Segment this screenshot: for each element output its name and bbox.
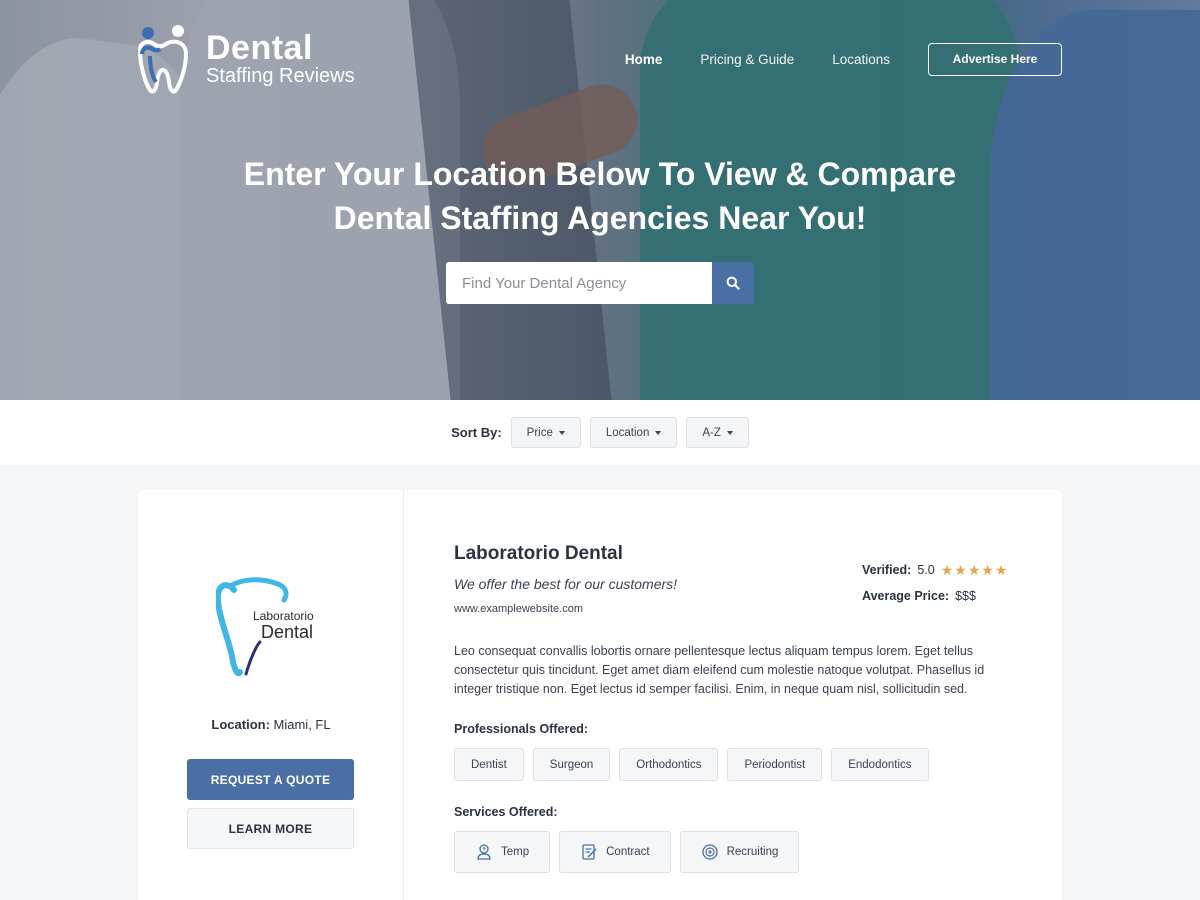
average-price-value: $$$ bbox=[955, 589, 976, 603]
sort-location-dropdown[interactable]: Location bbox=[589, 417, 678, 448]
search-button[interactable] bbox=[712, 262, 754, 304]
professional-chip: Dentist bbox=[454, 748, 524, 781]
target-icon bbox=[701, 844, 718, 860]
hero-headline: Enter Your Location Below To View & Comp… bbox=[0, 152, 1200, 240]
search-bar bbox=[446, 262, 754, 304]
site-logo[interactable]: Dental Staffing Reviews bbox=[136, 24, 355, 94]
professionals-list: Dentist Surgeon Orthodontics Periodontis… bbox=[454, 748, 929, 781]
main-nav: Home Pricing & Guide Locations Advertise… bbox=[625, 43, 1062, 76]
sort-option-label: A-Z bbox=[702, 426, 721, 439]
professional-chip: Orthodontics bbox=[619, 748, 719, 781]
nav-locations[interactable]: Locations bbox=[832, 52, 890, 67]
rating-value: 5.0 bbox=[917, 563, 935, 577]
service-label: Temp bbox=[501, 846, 530, 858]
agency-location: Location: Miami, FL bbox=[138, 717, 404, 732]
learn-more-button[interactable]: LEARN MORE bbox=[187, 808, 354, 849]
caret-down-icon bbox=[558, 430, 565, 435]
caret-down-icon bbox=[655, 430, 662, 435]
service-label: Contract bbox=[606, 846, 650, 858]
professional-chip: Periodontist bbox=[727, 748, 823, 781]
sort-price-dropdown[interactable]: Price bbox=[510, 417, 581, 448]
tooth-logo-icon: Laboratorio Dental bbox=[214, 577, 314, 677]
request-quote-button[interactable]: REQUEST A QUOTE bbox=[187, 759, 354, 800]
professional-chip: Endodontics bbox=[831, 748, 929, 781]
sort-option-label: Price bbox=[526, 426, 553, 439]
search-input[interactable] bbox=[446, 262, 712, 304]
hero-banner: Dental Staffing Reviews Home Pricing & G… bbox=[0, 0, 1200, 400]
service-chip-contract: Contract bbox=[559, 831, 671, 873]
average-price-label: Average Price: bbox=[862, 589, 950, 603]
location-value: Miami, FL bbox=[273, 717, 331, 732]
headline-bold-line2: Dental Staffing Agencies Near You! bbox=[333, 200, 867, 236]
agency-card: Laboratorio Dental Location: Miami, FL R… bbox=[138, 490, 1062, 900]
agency-description: Leo consequat convallis lobortis ornare … bbox=[454, 644, 985, 696]
sort-bar: Sort By: Price Location A-Z bbox=[0, 400, 1200, 465]
advertise-button[interactable]: Advertise Here bbox=[928, 43, 1062, 76]
agency-website-link[interactable]: www.examplewebsite.com bbox=[454, 603, 583, 615]
service-chip-temp: Temp bbox=[454, 831, 551, 873]
caret-down-icon bbox=[726, 430, 733, 435]
logo-text-dental: Dental bbox=[261, 622, 313, 642]
agency-meta: Verified: 5.0 ★★★★★ Average Price: $$$ bbox=[862, 557, 1022, 609]
headline-light: Enter Your Location Below To bbox=[243, 156, 705, 192]
logo-subtitle: Staffing Reviews bbox=[206, 65, 355, 87]
nav-pricing-guide[interactable]: Pricing & Guide bbox=[700, 52, 794, 67]
tooth-family-icon bbox=[137, 25, 189, 94]
logo-title: Dental bbox=[206, 29, 313, 67]
star-rating-icon: ★★★★★ bbox=[940, 561, 1009, 578]
logo-text-laboratorio: Laboratorio bbox=[253, 609, 314, 623]
professionals-title: Professionals Offered: bbox=[454, 722, 589, 736]
sort-az-dropdown[interactable]: A-Z bbox=[686, 417, 749, 448]
services-title: Services Offered: bbox=[454, 805, 558, 819]
service-chip-recruiting: Recruiting bbox=[679, 831, 800, 873]
sort-option-label: Location bbox=[605, 426, 650, 439]
clock-person-icon bbox=[477, 844, 491, 860]
services-list: Temp Contract Recruiting bbox=[454, 831, 800, 873]
verified-label: Verified: bbox=[862, 563, 912, 577]
agency-card-sidebar: Laboratorio Dental Location: Miami, FL R… bbox=[138, 490, 404, 900]
agency-logo: Laboratorio Dental bbox=[214, 576, 336, 680]
location-label: Location: bbox=[211, 717, 270, 732]
sort-label: Sort By: bbox=[451, 425, 502, 440]
service-label: Recruiting bbox=[726, 846, 779, 858]
search-icon bbox=[726, 276, 740, 290]
professional-chip: Surgeon bbox=[532, 748, 611, 781]
agency-name: Laboratorio Dental bbox=[454, 543, 623, 564]
contract-icon bbox=[582, 844, 597, 860]
agency-tagline: We offer the best for our customers! bbox=[454, 576, 678, 592]
headline-bold: View & Compare bbox=[704, 156, 957, 192]
nav-home[interactable]: Home bbox=[625, 52, 663, 67]
